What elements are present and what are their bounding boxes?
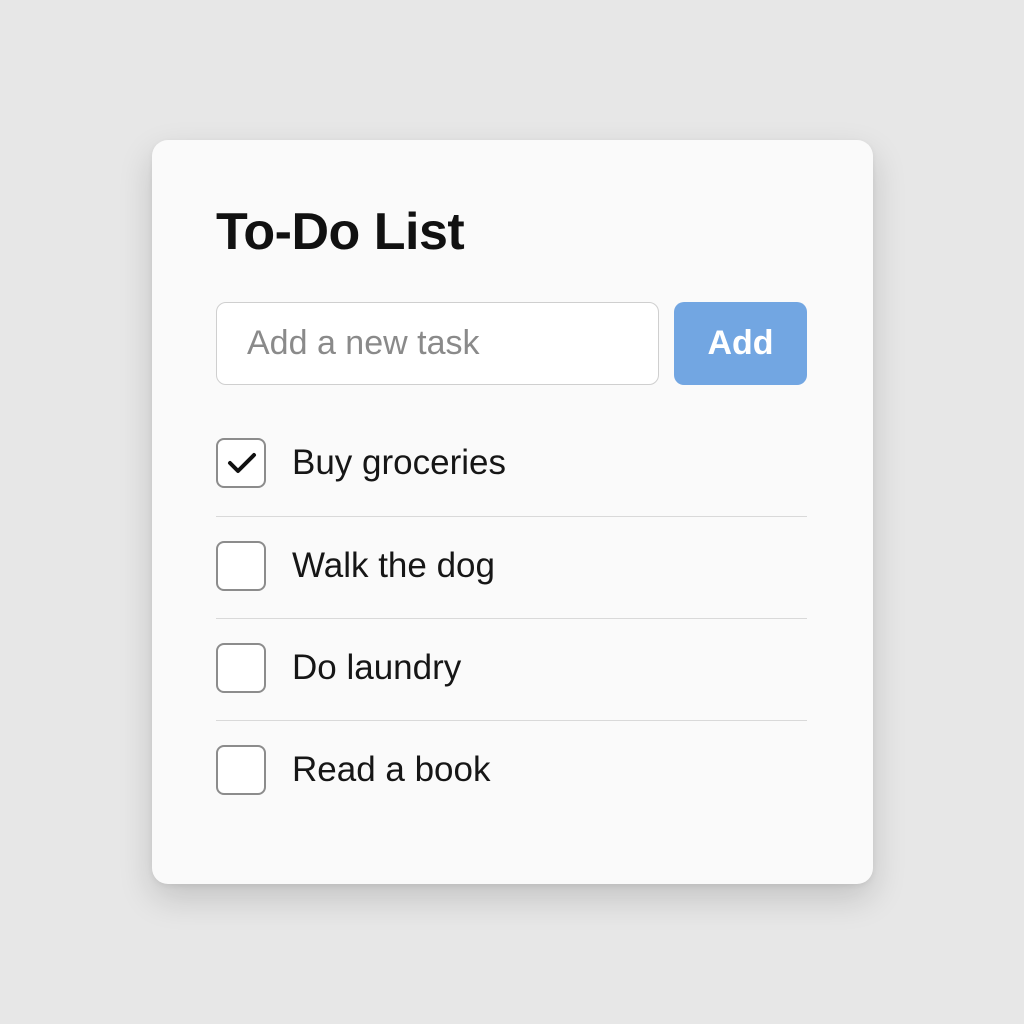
new-task-input[interactable]	[216, 302, 659, 385]
task-label: Buy groceries	[292, 443, 506, 482]
task-label: Walk the dog	[292, 546, 495, 585]
task-label: Do laundry	[292, 648, 462, 687]
page-title: To-Do List	[216, 203, 465, 261]
task-checkbox[interactable]	[216, 438, 266, 488]
todo-card: To-Do List Add Buy groceries Walk the do…	[152, 140, 873, 884]
task-item-buy-groceries: Buy groceries	[216, 414, 807, 516]
add-task-form: Add	[216, 302, 807, 385]
task-label: Read a book	[292, 750, 491, 789]
task-checkbox[interactable]	[216, 745, 266, 795]
task-item-read-a-book: Read a book	[216, 720, 807, 822]
task-checkbox[interactable]	[216, 643, 266, 693]
check-icon	[228, 453, 256, 473]
task-item-do-laundry: Do laundry	[216, 618, 807, 720]
task-checkbox[interactable]	[216, 541, 266, 591]
add-button[interactable]: Add	[674, 302, 807, 385]
task-item-walk-the-dog: Walk the dog	[216, 516, 807, 618]
task-list: Buy groceries Walk the dog Do laundry Re…	[216, 414, 807, 822]
